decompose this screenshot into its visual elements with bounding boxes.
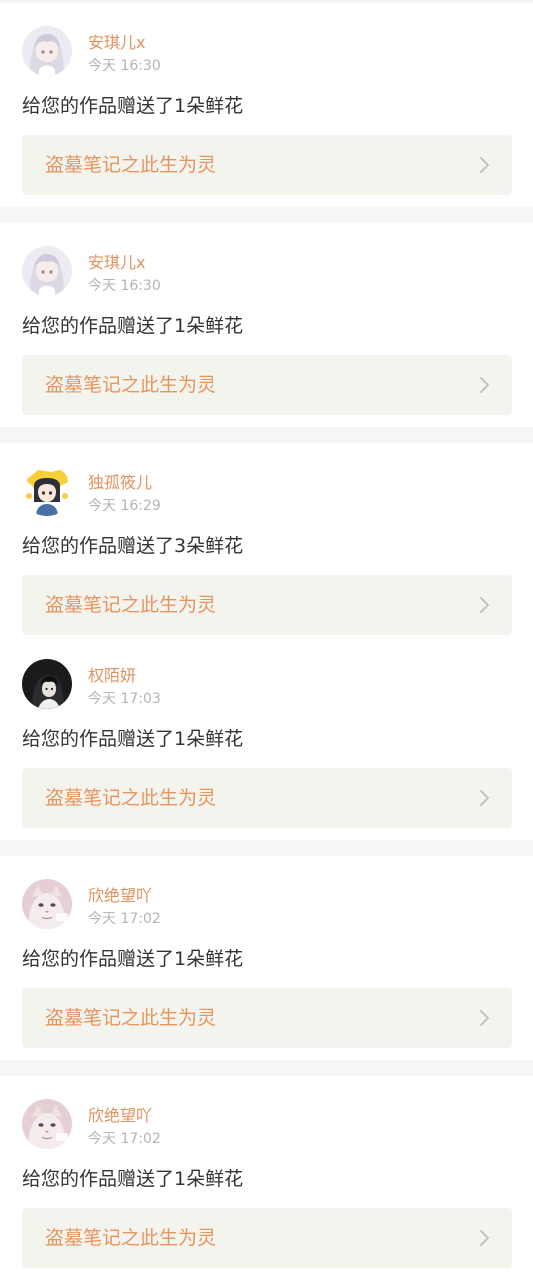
notification-card: 安琪儿x 今天 16:30 给您的作品赠送了1朵鲜花 盗墓笔记之此生为灵 xyxy=(0,3,533,207)
chevron-right-icon xyxy=(480,377,489,393)
work-title: 盗墓笔记之此生为灵 xyxy=(45,787,217,809)
timestamp: 今天 16:30 xyxy=(88,58,161,74)
work-title: 盗墓笔记之此生为灵 xyxy=(45,1227,217,1249)
username[interactable]: 安琪儿x xyxy=(88,33,145,53)
anime-girl-white-hair-avatar-icon[interactable] xyxy=(22,26,72,76)
chevron-right-icon xyxy=(480,157,489,173)
notification-card: 欣绝望吖 今天 17:02 给您的作品赠送了1朵鲜花 盗墓笔记之此生为灵 xyxy=(0,856,533,1060)
gift-message: 给您的作品赠送了3朵鲜花 xyxy=(22,535,244,557)
username[interactable]: 权陌妍 xyxy=(88,666,136,686)
work-title: 盗墓笔记之此生为灵 xyxy=(45,594,217,616)
gift-message: 给您的作品赠送了1朵鲜花 xyxy=(22,95,244,117)
work-link[interactable]: 盗墓笔记之此生为灵 xyxy=(22,768,512,828)
dark-portrait-avatar-icon[interactable] xyxy=(22,659,72,709)
anime-girl-yellow-hat-avatar-icon[interactable] xyxy=(22,466,72,516)
work-link[interactable]: 盗墓笔记之此生为灵 xyxy=(22,355,512,415)
username[interactable]: 安琪儿x xyxy=(88,253,145,273)
username[interactable]: 欣绝望吖 xyxy=(88,886,152,906)
notification-card: 安琪儿x 今天 16:30 给您的作品赠送了1朵鲜花 盗墓笔记之此生为灵 xyxy=(0,223,533,427)
timestamp: 今天 17:02 xyxy=(88,1131,161,1147)
notification-card: 独孤筱儿 今天 16:29 给您的作品赠送了3朵鲜花 盗墓笔记之此生为灵 xyxy=(0,443,533,637)
gift-message: 给您的作品赠送了1朵鲜花 xyxy=(22,728,244,750)
chevron-right-icon xyxy=(480,1230,489,1246)
notification-feed: 安琪儿x 今天 16:30 给您的作品赠送了1朵鲜花 盗墓笔记之此生为灵 安琪儿… xyxy=(0,0,533,1280)
work-link[interactable]: 盗墓笔记之此生为灵 xyxy=(22,988,512,1048)
username[interactable]: 欣绝望吖 xyxy=(88,1106,152,1126)
work-title: 盗墓笔记之此生为灵 xyxy=(45,374,217,396)
cat-face-avatar-icon[interactable] xyxy=(22,1099,72,1149)
username[interactable]: 独孤筱儿 xyxy=(88,473,152,493)
chevron-right-icon xyxy=(480,597,489,613)
gift-message: 给您的作品赠送了1朵鲜花 xyxy=(22,948,244,970)
timestamp: 今天 16:29 xyxy=(88,498,161,514)
cat-face-avatar-icon[interactable] xyxy=(22,879,72,929)
timestamp: 今天 17:02 xyxy=(88,911,161,927)
gift-message: 给您的作品赠送了1朵鲜花 xyxy=(22,315,244,337)
timestamp: 今天 16:30 xyxy=(88,278,161,294)
anime-girl-white-hair-avatar-icon[interactable] xyxy=(22,246,72,296)
work-title: 盗墓笔记之此生为灵 xyxy=(45,1007,217,1029)
work-title: 盗墓笔记之此生为灵 xyxy=(45,154,217,176)
notification-card: 欣绝望吖 今天 17:02 给您的作品赠送了1朵鲜花 盗墓笔记之此生为灵 xyxy=(0,1076,533,1280)
chevron-right-icon xyxy=(480,1010,489,1026)
timestamp: 今天 17:03 xyxy=(88,691,161,707)
work-link[interactable]: 盗墓笔记之此生为灵 xyxy=(22,135,512,195)
gift-message: 给您的作品赠送了1朵鲜花 xyxy=(22,1168,244,1190)
work-link[interactable]: 盗墓笔记之此生为灵 xyxy=(22,1208,512,1268)
chevron-right-icon xyxy=(480,790,489,806)
work-link[interactable]: 盗墓笔记之此生为灵 xyxy=(22,575,512,635)
notification-card: 权陌妍 今天 17:03 给您的作品赠送了1朵鲜花 盗墓笔记之此生为灵 xyxy=(0,636,533,840)
